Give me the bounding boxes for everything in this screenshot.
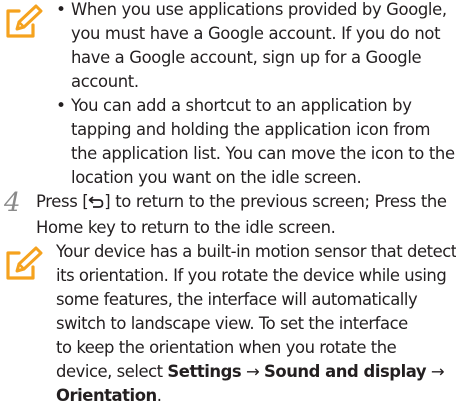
menu-path-settings: Settings bbox=[167, 362, 242, 381]
step-text: Press [ ] to return to the previous scree… bbox=[36, 190, 447, 240]
note-pencil-icon bbox=[3, 2, 43, 42]
text-line: Home key to return to the idle screen. bbox=[36, 218, 336, 237]
note-text-fragment: device, select bbox=[56, 362, 168, 381]
step-text-start: Press [ bbox=[36, 192, 89, 211]
text-line: have a Google account, sign up for a Goo… bbox=[71, 48, 422, 67]
text-line: device, select Settings → Sound and disp… bbox=[56, 360, 456, 384]
text-line: its orientation. If you rotate the devic… bbox=[56, 266, 447, 285]
text-line: switch to landscape view. To set the int… bbox=[56, 314, 408, 333]
menu-arrow: → bbox=[430, 362, 445, 381]
text-line: account. bbox=[71, 72, 139, 91]
text-line: location you want on the idle screen. bbox=[71, 168, 362, 187]
bullet-item: • You can add a shortcut to an applicati… bbox=[56, 94, 456, 190]
text-line: to keep the orientation when you rotate … bbox=[56, 338, 397, 357]
text-line: Your device has a built-in motion sensor… bbox=[56, 242, 456, 261]
menu-path-sound-display: Sound and display bbox=[264, 362, 427, 381]
bullet-dot: • bbox=[56, 96, 67, 116]
text-line: some features, the interface will automa… bbox=[56, 290, 418, 309]
text-line: the application list. You can move the i… bbox=[71, 144, 455, 163]
step-text-end: ] to return to the previous screen; Pres… bbox=[104, 192, 447, 211]
text-line: You can add a shortcut to an application… bbox=[71, 96, 412, 115]
text-line: Press [ ] to return to the previous scree… bbox=[36, 190, 447, 216]
text-line: tapping and holding the application icon… bbox=[71, 120, 431, 139]
note-pencil-icon bbox=[3, 244, 43, 284]
text-line: Orientation. bbox=[56, 384, 456, 408]
menu-arrow: → bbox=[245, 362, 260, 381]
text-line: you must have a Google account. If you d… bbox=[71, 24, 441, 43]
back-key-icon bbox=[88, 192, 104, 216]
bullet-dot: • bbox=[56, 0, 67, 20]
step-number: 4 bbox=[4, 188, 21, 218]
note-text: Your device has a built-in motion sensor… bbox=[56, 240, 456, 408]
text-line: When you use applications provided by Go… bbox=[71, 0, 447, 19]
bullet-item: • When you use applications provided by … bbox=[56, 0, 456, 94]
